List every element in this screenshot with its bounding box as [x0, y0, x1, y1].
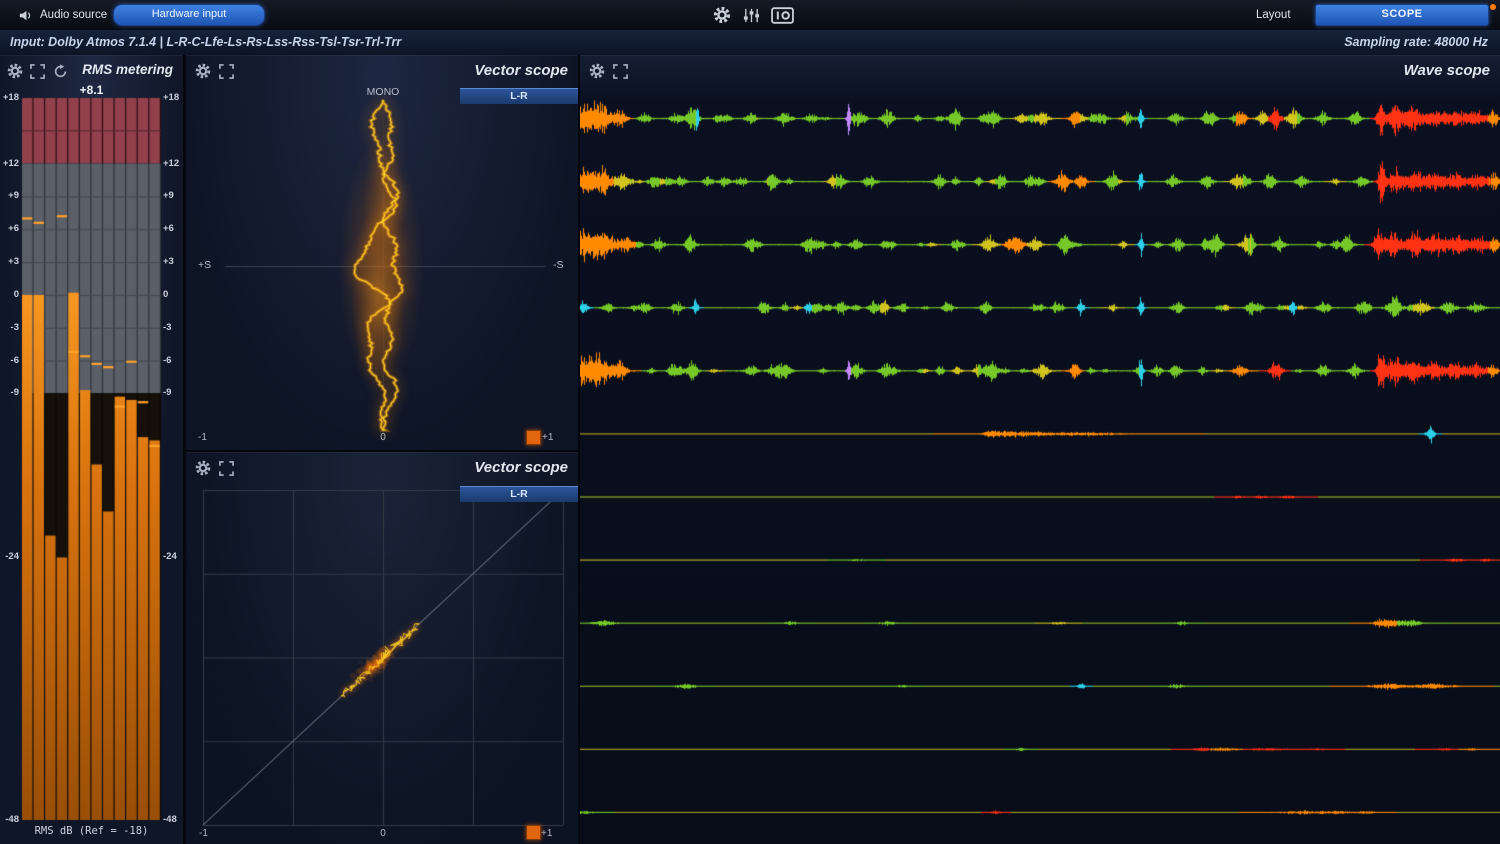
status-dot — [1490, 4, 1496, 10]
axis-label-pos1: +1 — [541, 828, 552, 839]
rms-scale-label-left: +12 — [1, 158, 19, 169]
settings-gear-icon[interactable] — [712, 5, 732, 25]
vector-scope-canvas — [186, 452, 578, 844]
lr-mode-button[interactable]: L-R — [460, 486, 578, 502]
gear-icon[interactable] — [588, 62, 606, 80]
speaker-icon — [18, 8, 33, 23]
panel-title: Vector scope — [474, 62, 568, 79]
clip-indicator[interactable] — [526, 825, 541, 840]
rms-scale: +18 +18 +12 +12 +9 +9 +6 +6 +3 +3 0 0 -3 -3 -6 -6 -9 -9 -2… — [0, 55, 183, 844]
sliders-icon[interactable] — [743, 7, 760, 24]
hardware-input-button[interactable]: Hardware input — [113, 4, 265, 26]
gear-icon[interactable] — [194, 459, 212, 477]
rms-scale-label-left: 0 — [1, 289, 19, 300]
panel-title: Vector scope — [474, 459, 568, 476]
fullscreen-icon[interactable] — [219, 461, 234, 476]
lr-mode-button[interactable]: L-R — [460, 88, 578, 104]
rms-scale-label-left: -3 — [1, 322, 19, 333]
axis-label-zero: 0 — [376, 432, 390, 443]
rms-scale-label-left: -48 — [1, 814, 19, 825]
vector-scope-canvas — [186, 55, 578, 450]
plus-s-label: +S — [198, 259, 211, 271]
wave-scope-panel: Wave scope — [580, 55, 1500, 844]
rms-scale-label-left: +3 — [1, 256, 19, 267]
rms-scale-label-left: -9 — [1, 387, 19, 398]
audio-source-button[interactable]: Audio source — [18, 0, 107, 30]
vector-scope-panel-bottom: Vector scope L-R -1 0 +1 — [186, 452, 578, 844]
minus-s-label: -S — [553, 259, 564, 271]
vector-scope-panel-top: Vector scope L-R MONO +S -S -1 0 +1 — [186, 55, 578, 450]
vec2-panel-header: Vector scope — [186, 452, 578, 484]
rms-scale-label-right: +3 — [163, 256, 183, 267]
fullscreen-icon[interactable] — [613, 64, 628, 79]
axis-label-zero: 0 — [376, 828, 390, 839]
rms-scale-label-right: +9 — [163, 190, 183, 201]
rms-scale-label-left: -6 — [1, 355, 19, 366]
rms-scale-label-right: +12 — [163, 158, 183, 169]
rms-scale-label-right: -48 — [163, 814, 183, 825]
wave-panel-header: Wave scope — [580, 55, 1500, 87]
rms-scale-label-right: -24 — [163, 551, 183, 562]
axis-label-pos1: +1 — [542, 432, 553, 443]
vec1-panel-header: Vector scope — [186, 55, 578, 87]
clip-indicator[interactable] — [526, 430, 541, 445]
rms-scale-label-left: -24 — [1, 551, 19, 562]
wave-scope-canvas — [580, 87, 1500, 844]
top-bar: Audio source Hardware input Layout SCOPE — [0, 0, 1500, 31]
rms-scale-label-right: 0 — [163, 289, 183, 300]
rms-metering-panel: RMS metering +8.1 +18+18+12+12+9+9+6+6+3… — [0, 55, 183, 844]
rms-scale-label-right: +18 — [163, 92, 183, 103]
rms-scale-label-right: -9 — [163, 387, 183, 398]
fullscreen-icon[interactable] — [219, 64, 234, 79]
layout-button[interactable]: Layout — [1256, 0, 1291, 30]
rms-scale-label-right: +6 — [163, 223, 183, 234]
scope-button[interactable]: SCOPE — [1315, 4, 1489, 26]
panel-title: Wave scope — [1404, 62, 1490, 79]
axis-label-neg1: -1 — [199, 828, 208, 839]
mono-label: MONO — [353, 86, 413, 98]
rms-scale-label-right: -3 — [163, 322, 183, 333]
sampling-rate-text: Sampling rate: 48000 Hz — [1344, 30, 1488, 55]
rms-scale-label-left: +6 — [1, 223, 19, 234]
info-bar: Input: Dolby Atmos 7.1.4 | L-R-C-Lfe-Ls-… — [0, 30, 1500, 56]
input-format-text: Input: Dolby Atmos 7.1.4 | L-R-C-Lfe-Ls-… — [10, 30, 401, 55]
rms-scale-label-left: +18 — [1, 92, 19, 103]
rms-footer-label: RMS dB (Ref = -18) — [0, 825, 183, 837]
gear-icon[interactable] — [194, 62, 212, 80]
io-icon[interactable] — [771, 7, 794, 24]
rms-scale-label-left: +9 — [1, 190, 19, 201]
axis-label-neg1: -1 — [198, 432, 207, 443]
audio-source-label: Audio source — [40, 0, 107, 30]
rms-scale-label-right: -6 — [163, 355, 183, 366]
